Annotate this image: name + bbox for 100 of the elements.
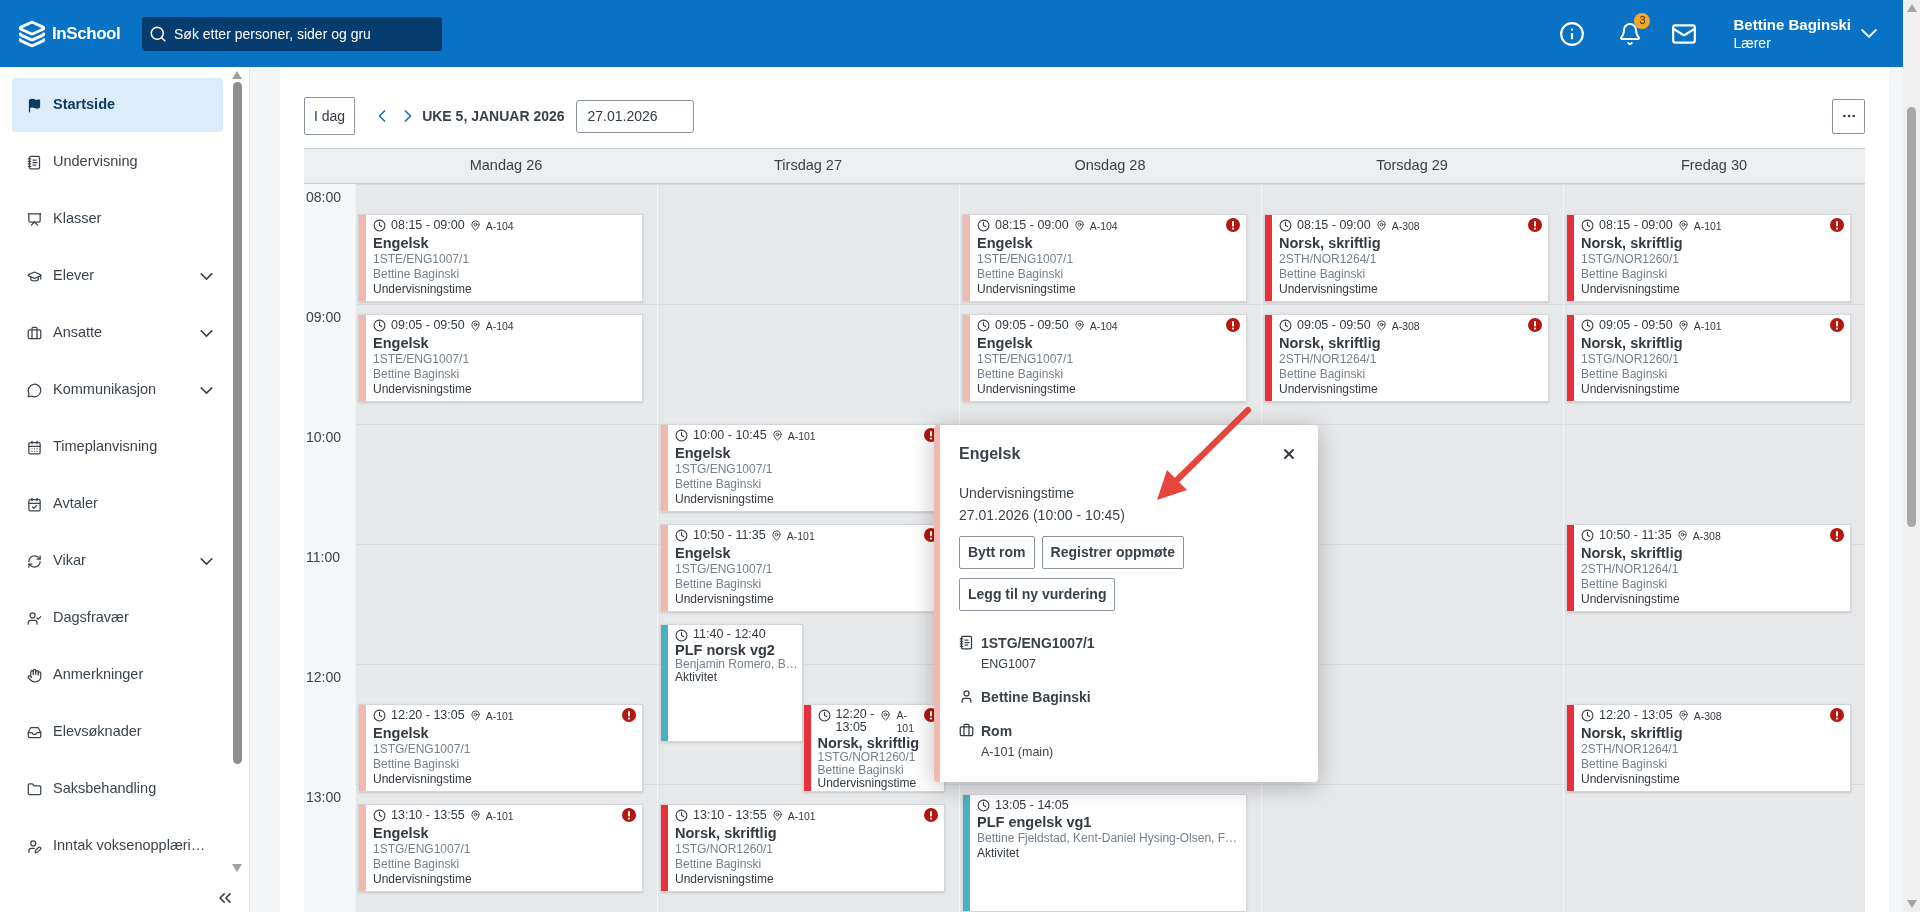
sidebar-item[interactable]: Undervisning bbox=[12, 135, 223, 189]
clock-icon bbox=[675, 429, 688, 442]
event-title: PLF norsk vg2 bbox=[675, 642, 776, 658]
event-card[interactable]: 13:10 - 13:55 A-101 Engelsk 1STG/ENG1007/1 Bettine Baginski Undervisningstime bbox=[358, 804, 643, 892]
event-room: A-101 bbox=[786, 529, 815, 544]
event-card[interactable]: 08:15 - 09:00 A-101 Norsk, skriftlig 1STG/NOR1260/1 Bettine Baginski Undervisningstime bbox=[1566, 214, 1851, 302]
day-header: Onsdag 28 bbox=[1074, 156, 1146, 176]
event-teacher: Bettine Baginski bbox=[675, 857, 763, 872]
event-card[interactable]: 09:05 - 09:50 A-101 Norsk, skriftlig 1STG/NOR1260/1 Bettine Baginski Undervisningstime bbox=[1566, 314, 1851, 402]
event-title: Norsk, skriftlig bbox=[1581, 724, 1684, 742]
detail-label: Rom bbox=[981, 721, 1014, 741]
user-check-icon bbox=[27, 610, 42, 626]
notebook-icon bbox=[959, 635, 974, 650]
user-pen-icon bbox=[27, 838, 42, 854]
sidebar-item[interactable]: Elevsøknader bbox=[12, 705, 223, 759]
location-pin-icon bbox=[469, 810, 481, 821]
sidebar-item[interactable]: Anmerkninger bbox=[12, 648, 223, 702]
location-pin-icon bbox=[1073, 220, 1085, 231]
event-time: 13:10 - 13:55 bbox=[693, 808, 767, 823]
sidebar-item[interactable]: Dagsfravær bbox=[12, 591, 223, 645]
event-teacher: Bettine Baginski bbox=[373, 857, 461, 872]
app-logo-text[interactable]: InSchool bbox=[52, 20, 121, 47]
event-card[interactable]: 10:00 - 10:45 A-101 Engelsk 1STG/ENG1007/1 Bettine Baginski Undervisningstime bbox=[660, 424, 945, 512]
chat-bubble-icon bbox=[27, 382, 42, 398]
graduation-cap-icon bbox=[27, 268, 42, 284]
scroll-up-icon[interactable] bbox=[232, 71, 242, 79]
clock-icon bbox=[1279, 319, 1292, 332]
user-name: Bettine Baginski bbox=[1733, 14, 1851, 34]
event-group: 1STG/NOR1260/1 bbox=[675, 842, 938, 857]
event-card[interactable]: 09:05 - 09:50 A-104 Engelsk 1STE/ENG1007/1 Bettine Baginski Undervisningstime bbox=[358, 314, 643, 402]
event-card[interactable]: 12:20 - 13:05 A-101 Engelsk 1STG/ENG1007/1 Bettine Baginski Undervisningstime bbox=[358, 704, 643, 792]
sidebar-item[interactable]: Timeplanvisning bbox=[12, 420, 223, 474]
event-type: Undervisningstime bbox=[1279, 382, 1379, 397]
popup-action-button[interactable]: Bytt rom bbox=[959, 536, 1035, 569]
event-title: Engelsk bbox=[977, 334, 1034, 352]
logo-icon bbox=[18, 19, 46, 48]
event-group: 1STG/ENG1007/1 bbox=[675, 562, 938, 577]
detail-value: A-101 (main) bbox=[981, 743, 1054, 761]
user-menu[interactable]: Bettine Baginski Lærer bbox=[1733, 14, 1877, 53]
event-card[interactable]: 08:15 - 09:00 A-308 Norsk, skriftlig 2STH/NOR1264/1 Bettine Baginski Undervisningstime bbox=[1264, 214, 1549, 302]
event-card[interactable]: 09:05 - 09:50 A-104 Engelsk 1STE/ENG1007/1 Bettine Baginski Undervisningstime bbox=[962, 314, 1247, 402]
event-group: 1STE/ENG1007/1 bbox=[373, 252, 636, 267]
event-room: A-308 bbox=[1391, 219, 1420, 234]
sidebar-item[interactable]: Saksbehandling bbox=[12, 762, 223, 816]
chevron-down-icon[interactable] bbox=[200, 329, 213, 337]
event-type: Undervisningstime bbox=[1581, 772, 1681, 787]
event-card[interactable]: 13:05 - 14:05 PLF engelsk vg1 Bettine Fjeldstad, Kent-Daniel Hysing-Olsen, F… Aktivitet bbox=[962, 794, 1247, 912]
location-pin-icon bbox=[1677, 710, 1689, 721]
event-title: PLF engelsk vg1 bbox=[977, 813, 1093, 831]
event-room: A-101 bbox=[787, 429, 816, 444]
event-room: A-308 bbox=[1693, 709, 1722, 724]
sidebar-item[interactable]: Elever bbox=[12, 249, 223, 303]
event-card[interactable]: 09:05 - 09:50 A-308 Norsk, skriftlig 2STH/NOR1264/1 Bettine Baginski Undervisningstime bbox=[1264, 314, 1549, 402]
event-type: Undervisningstime bbox=[373, 772, 473, 787]
event-type: Undervisningstime bbox=[675, 592, 775, 607]
more-options-button[interactable] bbox=[1832, 98, 1865, 134]
chevron-down-icon[interactable] bbox=[200, 386, 213, 394]
sidebar-item[interactable]: Kommunikasjon bbox=[12, 363, 223, 417]
popup-action-button[interactable]: Legg til ny vurdering bbox=[959, 578, 1116, 611]
scrollbar-thumb[interactable] bbox=[1907, 107, 1916, 527]
event-card[interactable]: 08:15 - 09:00 A-104 Engelsk 1STE/ENG1007/1 Bettine Baginski Undervisningstime bbox=[358, 214, 643, 302]
event-room: A-104 bbox=[485, 219, 514, 234]
clock-icon bbox=[675, 629, 688, 642]
sidebar-item[interactable]: Klasser bbox=[12, 192, 223, 246]
calendar-check-icon bbox=[27, 496, 42, 512]
sidebar-item[interactable]: Ansatte bbox=[12, 306, 223, 360]
sidebar-item[interactable]: Vikar bbox=[12, 534, 223, 588]
event-time: 08:15 - 09:00 bbox=[1599, 218, 1673, 233]
popup-action-button[interactable]: Registrer oppmøte bbox=[1041, 536, 1185, 569]
date-field[interactable]: 27.01.2026 bbox=[575, 99, 694, 133]
sidebar-scrollbar[interactable] bbox=[231, 71, 243, 872]
event-card[interactable]: 11:40 - 12:40 PLF norsk vg2 Benjamin Romero, B… Aktivitet bbox=[660, 624, 803, 742]
page-scrollbar[interactable] bbox=[1903, 0, 1920, 912]
event-time: 08:15 - 09:00 bbox=[391, 218, 465, 233]
location-pin-icon bbox=[1677, 320, 1689, 331]
event-type: Undervisningstime bbox=[1581, 382, 1681, 397]
event-room: A-101 bbox=[896, 709, 914, 735]
clock-icon bbox=[977, 319, 990, 332]
clock-icon bbox=[675, 529, 688, 542]
event-card[interactable]: 13:10 - 13:55 A-101 Norsk, skriftlig 1STG/NOR1260/1 Bettine Baginski Undervisningstime bbox=[660, 804, 945, 892]
event-card[interactable]: 12:20 - 13:05 A-101 Norsk, skriftlig 1STG/NOR1260/1 Bettine Baginski Undervisningstime bbox=[802, 704, 945, 792]
location-pin-icon bbox=[1375, 320, 1387, 331]
event-card[interactable]: 12:20 - 13:05 A-308 Norsk, skriftlig 2STH/NOR1264/1 Bettine Baginski Undervisningstime bbox=[1566, 704, 1851, 792]
sidebar-item[interactable]: Startside bbox=[12, 78, 223, 132]
chevron-down-icon[interactable] bbox=[200, 272, 213, 280]
today-button[interactable]: I dag bbox=[304, 97, 356, 135]
day-header: Fredag 30 bbox=[1680, 156, 1748, 176]
event-card[interactable]: 10:50 - 11:35 A-308 Norsk, skriftlig 2STH/NOR1264/1 Bettine Baginski Undervisningstime bbox=[1566, 524, 1851, 612]
event-type: Undervisningstime bbox=[1279, 282, 1379, 297]
scroll-down-icon[interactable] bbox=[232, 864, 242, 872]
chevron-down-icon[interactable] bbox=[200, 557, 213, 565]
sidebar-item[interactable]: Inntak voksenopplæri… bbox=[12, 819, 223, 873]
event-time: 10:00 - 10:45 bbox=[693, 428, 767, 443]
search-field[interactable]: Søk etter personer, sider og gru bbox=[142, 16, 442, 51]
event-card[interactable]: 08:15 - 09:00 A-104 Engelsk 1STE/ENG1007/1 Bettine Baginski Undervisningstime bbox=[962, 214, 1247, 302]
event-title: Norsk, skriftlig bbox=[675, 824, 778, 842]
event-teacher: Bettine Baginski bbox=[977, 367, 1065, 382]
sidebar-item[interactable]: Avtaler bbox=[12, 477, 223, 531]
scrollbar-thumb[interactable] bbox=[232, 82, 242, 764]
event-type: Undervisningstime bbox=[675, 872, 775, 887]
